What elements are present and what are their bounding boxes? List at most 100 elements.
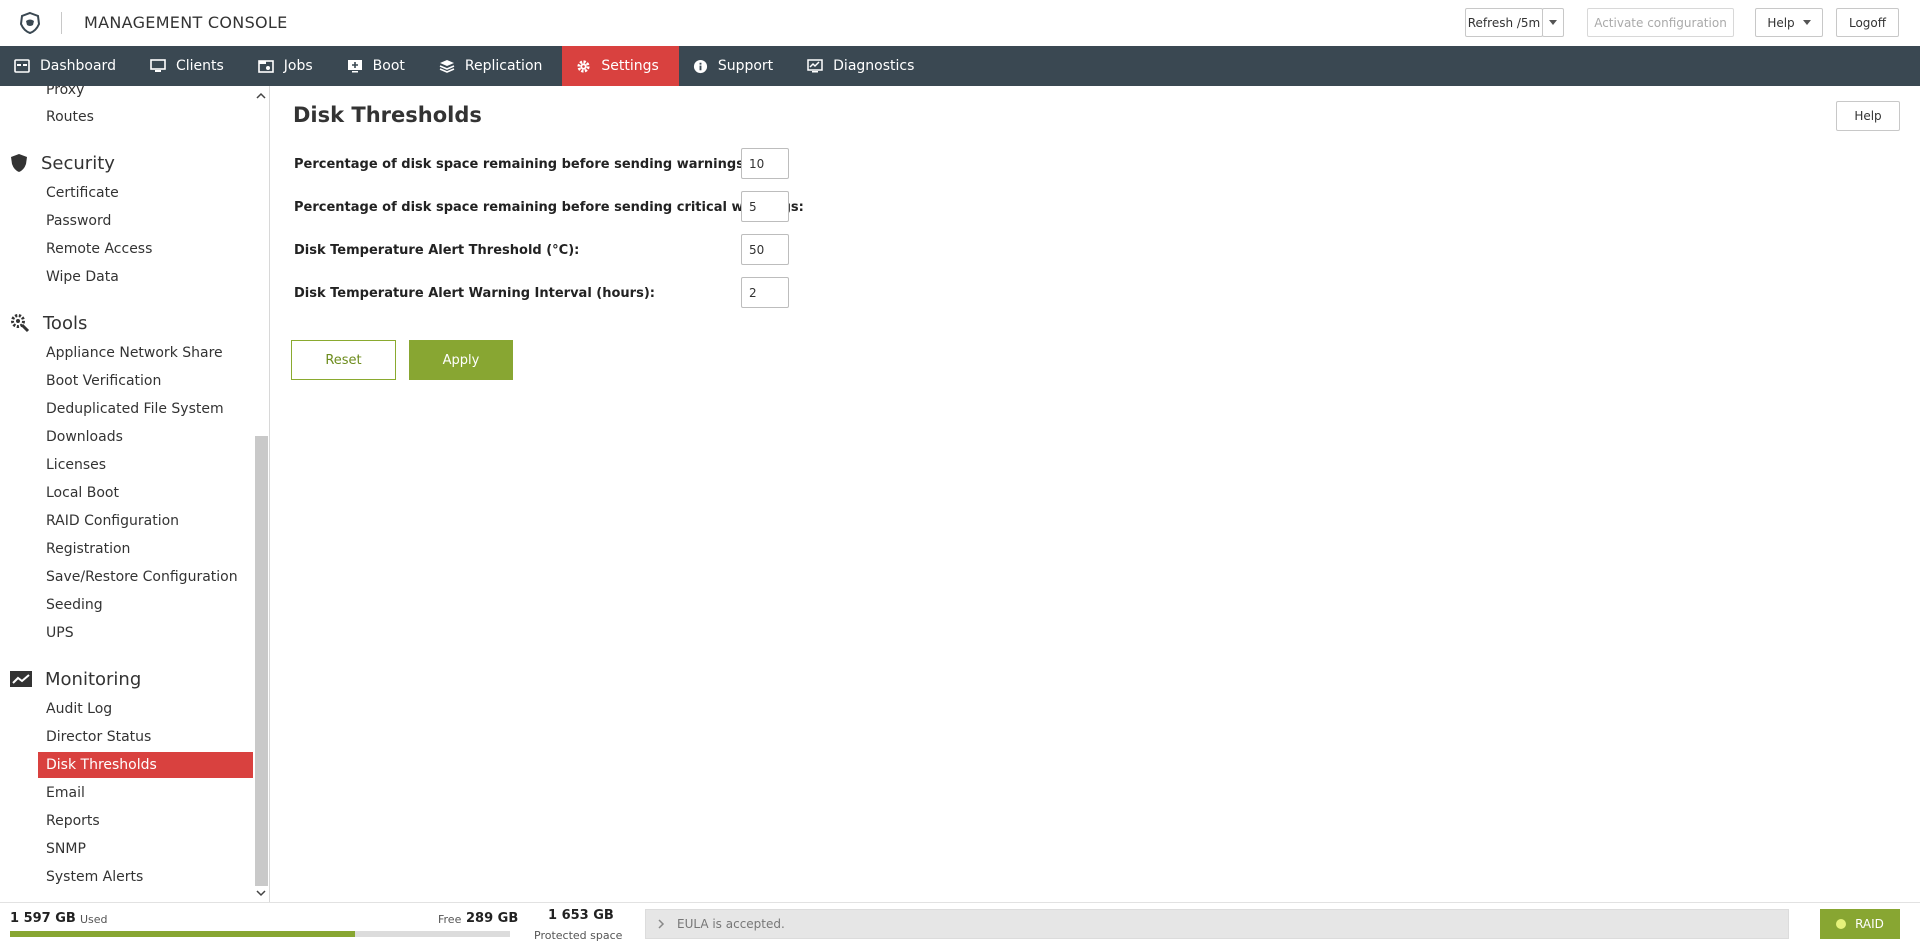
chevron-right-icon	[658, 919, 665, 929]
nav-dashboard-label: Dashboard	[40, 58, 116, 74]
nav-boot-label: Boot	[372, 58, 405, 74]
critical-threshold-input[interactable]	[741, 191, 789, 222]
sidebar-section-tools-title: Tools	[43, 312, 88, 334]
sidebar-item-downloads[interactable]: Downloads	[46, 425, 123, 449]
sidebar-item-boot-verification[interactable]: Boot Verification	[46, 369, 161, 393]
sidebar-item-routes[interactable]: Routes	[46, 105, 94, 129]
warning-threshold-row: Percentage of disk space remaining befor…	[294, 148, 749, 180]
sidebar-item-deduplicated-file-system[interactable]: Deduplicated File System	[46, 397, 224, 421]
nav-replication[interactable]: Replication	[425, 46, 562, 86]
sidebar-item-raid-configuration[interactable]: RAID Configuration	[46, 509, 179, 533]
settings-sidebar: Proxy Routes Security Certificate Passwo…	[0, 86, 270, 902]
sidebar-item-audit-log[interactable]: Audit Log	[46, 697, 112, 721]
logoff-button[interactable]: Logoff	[1836, 8, 1899, 37]
activate-configuration-label: Activate configuration	[1594, 15, 1727, 30]
used-space-value: 1 597 GB	[10, 911, 76, 926]
sidebar-item-remote-access[interactable]: Remote Access	[46, 237, 152, 261]
info-icon	[693, 59, 707, 73]
monitor-icon	[150, 59, 166, 72]
nav-support[interactable]: Support	[679, 46, 793, 86]
sidebar-item-save-restore-configuration[interactable]: Save/Restore Configuration	[46, 565, 238, 589]
temperature-interval-row: Disk Temperature Alert Warning Interval …	[294, 277, 655, 309]
used-space-label: Used	[80, 913, 108, 926]
page-help-button[interactable]: Help	[1836, 101, 1900, 131]
nav-clients-label: Clients	[175, 58, 224, 74]
app-logo-icon	[19, 11, 41, 35]
top-header: MANAGEMENT CONSOLE Refresh /5m Activate …	[0, 0, 1920, 46]
activate-configuration-button[interactable]: Activate configuration	[1587, 8, 1734, 37]
raid-status-dot-icon	[1836, 919, 1847, 929]
temperature-interval-label: Disk Temperature Alert Warning Interval …	[294, 285, 655, 301]
diagnostics-icon	[807, 59, 823, 73]
sidebar-scroll-thumb[interactable]	[255, 436, 268, 886]
eula-status-text: EULA is accepted.	[677, 917, 785, 931]
sidebar-section-security: Security	[10, 149, 115, 177]
chevron-up-icon	[256, 92, 266, 99]
warning-threshold-label: Percentage of disk space remaining befor…	[294, 156, 750, 172]
scroll-up-arrow[interactable]	[254, 88, 268, 102]
warning-threshold-input[interactable]	[741, 148, 789, 179]
sidebar-item-snmp[interactable]: SNMP	[46, 837, 86, 861]
chart-line-icon	[10, 671, 32, 687]
nav-jobs[interactable]: Jobs	[244, 46, 333, 86]
chevron-down-icon	[256, 889, 266, 896]
sidebar-item-email[interactable]: Email	[46, 781, 85, 805]
nav-settings-label: Settings	[601, 58, 659, 74]
nav-boot[interactable]: Boot	[333, 46, 425, 86]
chevron-down-icon	[1802, 20, 1811, 25]
refresh-dropdown-button[interactable]	[1542, 8, 1564, 37]
dashboard-icon	[14, 59, 30, 73]
nav-diagnostics[interactable]: Diagnostics	[793, 46, 934, 86]
temperature-threshold-input[interactable]	[741, 234, 789, 265]
sidebar-item-password[interactable]: Password	[46, 209, 111, 233]
sidebar-item-registration[interactable]: Registration	[46, 537, 130, 561]
critical-threshold-row: Percentage of disk space remaining befor…	[294, 191, 804, 223]
refresh-button[interactable]: Refresh /5m	[1465, 8, 1543, 37]
sidebar-item-disk-thresholds[interactable]: Disk Thresholds	[38, 752, 253, 778]
sidebar-item-wipe-data[interactable]: Wipe Data	[46, 265, 119, 289]
free-space-value: 289 GB	[466, 911, 519, 926]
sidebar-item-director-status[interactable]: Director Status	[46, 725, 151, 749]
page-title: Disk Thresholds	[293, 103, 482, 127]
sidebar-item-proxy[interactable]: Proxy	[46, 86, 84, 102]
eula-status-bar[interactable]: EULA is accepted.	[645, 909, 1789, 939]
sidebar-item-licenses[interactable]: Licenses	[46, 453, 106, 477]
nav-dashboard[interactable]: Dashboard	[0, 46, 136, 86]
refresh-label: Refresh /5m	[1467, 15, 1541, 30]
boot-icon	[347, 60, 362, 73]
gear-icon	[577, 59, 590, 73]
critical-threshold-label: Percentage of disk space remaining befor…	[294, 199, 804, 215]
sidebar-section-tools: Tools	[10, 309, 87, 337]
raid-status-button[interactable]: RAID	[1820, 909, 1900, 939]
sidebar-item-certificate[interactable]: Certificate	[46, 181, 119, 205]
nav-clients[interactable]: Clients	[136, 46, 244, 86]
help-menu-button[interactable]: Help	[1755, 8, 1823, 37]
nav-settings[interactable]: Settings	[562, 46, 679, 86]
sidebar-section-security-title: Security	[41, 152, 115, 174]
help-menu-label: Help	[1767, 15, 1795, 30]
shield-icon	[11, 154, 27, 172]
scroll-down-arrow[interactable]	[254, 886, 268, 900]
temperature-interval-input[interactable]	[741, 277, 789, 308]
logo-divider	[61, 12, 62, 34]
nav-jobs-label: Jobs	[283, 58, 313, 74]
sidebar-item-local-boot[interactable]: Local Boot	[46, 481, 119, 505]
free-space-label: Free	[438, 913, 462, 926]
nav-diagnostics-label: Diagnostics	[833, 58, 915, 74]
chevron-down-icon	[1549, 20, 1557, 25]
reset-button[interactable]: Reset	[291, 340, 396, 380]
logoff-label: Logoff	[1848, 15, 1887, 30]
raid-status-label: RAID	[1855, 917, 1884, 931]
main-navigation: Dashboard Clients Jobs Boot Replication …	[0, 46, 1920, 86]
sidebar-item-ups[interactable]: UPS	[46, 621, 74, 645]
main-content: Disk Thresholds Help Percentage of disk …	[272, 86, 1920, 902]
sidebar-item-seeding[interactable]: Seeding	[46, 593, 103, 617]
protected-space-label: Protected space	[534, 929, 623, 942]
sidebar-section-monitoring: Monitoring	[10, 665, 141, 693]
apply-button[interactable]: Apply	[409, 340, 513, 380]
sidebar-item-system-alerts[interactable]: System Alerts	[46, 865, 143, 889]
sidebar-item-reports[interactable]: Reports	[46, 809, 100, 833]
app-title: MANAGEMENT CONSOLE	[84, 13, 288, 32]
sidebar-item-appliance-network-share[interactable]: Appliance Network Share	[46, 341, 223, 365]
temperature-threshold-row: Disk Temperature Alert Threshold (°C):	[294, 234, 579, 266]
